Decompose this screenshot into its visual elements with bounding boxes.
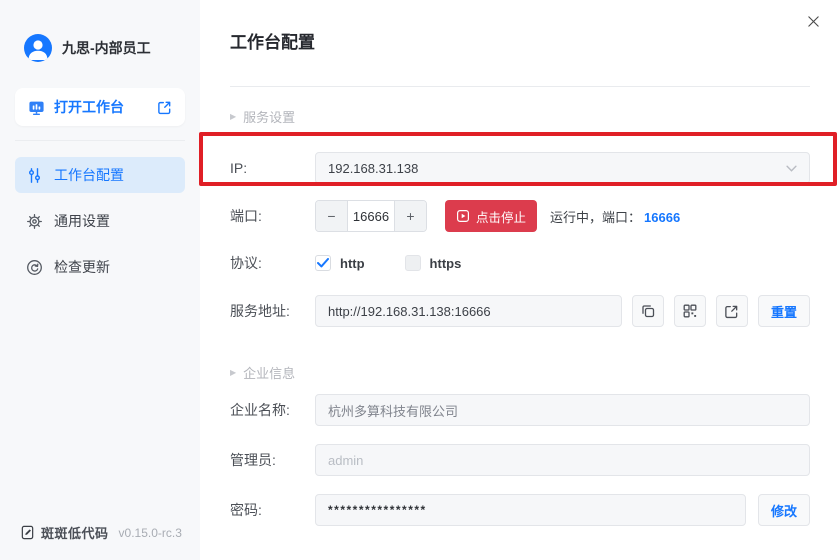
sliders-icon (26, 167, 43, 184)
service-url-row: 服务地址: http://192.168.31.138:16666 (230, 295, 810, 327)
sidebar-item-workbench-config[interactable]: 工作台配置 (15, 157, 185, 193)
sidebar-menu: 工作台配置 通用设置 (15, 157, 185, 285)
app-window: 九思-内部员工 打开工作台 (0, 0, 840, 560)
page-title: 工作台配置 (230, 28, 810, 53)
status-text: 运行中，端口： (550, 210, 641, 225)
stop-button-label: 点击停止 (476, 207, 526, 226)
close-icon[interactable] (804, 12, 822, 30)
admin-row: 管理员: admin (230, 444, 810, 476)
port-label: 端口: (230, 206, 315, 226)
http-option: http (315, 255, 365, 271)
stepper-minus-button[interactable]: − (316, 201, 347, 231)
modify-password-button[interactable]: 修改 (758, 494, 810, 526)
port-row: 端口: − 16666 + 点击停止 运行中，端口：16666 (230, 200, 810, 232)
copy-button[interactable] (632, 295, 664, 327)
stepper-plus-button[interactable]: + (395, 201, 426, 231)
https-checkbox-label: https (430, 256, 462, 271)
sidebar-item-label: 检查更新 (54, 257, 110, 277)
admin-placeholder: admin (328, 453, 363, 468)
app-version: v0.15.0-rc.3 (119, 526, 182, 540)
ip-value: 192.168.31.138 (328, 161, 418, 176)
open-workbench-label: 打开工作台 (54, 97, 124, 117)
brand-logo-icon (20, 525, 35, 540)
play-square-icon (456, 209, 470, 223)
section-enterprise-info[interactable]: ▶ 企业信息 (230, 363, 810, 382)
sidebar-item-label: 通用设置 (54, 211, 110, 231)
port-stepper: − 16666 + (315, 200, 427, 232)
service-url-input[interactable]: http://192.168.31.138:16666 (315, 295, 622, 327)
company-value: 杭州多算科技有限公司 (328, 401, 458, 420)
gear-icon (26, 213, 43, 230)
chevron-down-icon (786, 165, 797, 172)
protocol-row: 协议: http https (230, 251, 810, 275)
company-input[interactable]: 杭州多算科技有限公司 (315, 394, 810, 426)
user-profile: 九思-内部员工 (24, 34, 200, 62)
company-row: 企业名称: 杭州多算科技有限公司 (230, 394, 810, 426)
http-checkbox[interactable] (315, 255, 331, 271)
sidebar-divider (15, 140, 185, 141)
open-external-button[interactable] (716, 295, 748, 327)
ip-select[interactable]: 192.168.31.138 (315, 152, 810, 184)
password-input[interactable]: **************** (315, 494, 746, 526)
external-link-icon (157, 100, 172, 115)
port-value[interactable]: 16666 (347, 201, 395, 231)
stop-service-button[interactable]: 点击停止 (445, 200, 537, 232)
sidebar-item-general-settings[interactable]: 通用设置 (15, 203, 185, 239)
password-label: 密码: (230, 500, 315, 520)
user-name: 九思-内部员工 (62, 38, 151, 58)
company-label: 企业名称: (230, 400, 315, 420)
service-url-value: http://192.168.31.138:16666 (328, 304, 491, 319)
admin-input[interactable]: admin (315, 444, 810, 476)
https-option: https (405, 255, 462, 271)
section-title: 服务设置 (243, 107, 295, 126)
title-divider (230, 86, 810, 87)
service-url-label: 服务地址: (230, 301, 315, 321)
sidebar-item-label: 工作台配置 (54, 165, 124, 185)
protocol-label: 协议: (230, 253, 315, 273)
https-checkbox[interactable] (405, 255, 421, 271)
caret-right-icon: ▶ (230, 112, 236, 121)
service-status: 运行中，端口：16666 (550, 207, 680, 226)
password-row: 密码: **************** 修改 (230, 494, 810, 526)
http-checkbox-label: http (340, 256, 365, 271)
main-panel: 工作台配置 ▶ 服务设置 IP: 192.168.31.138 端口: − 16… (200, 0, 840, 560)
status-port-number: 16666 (644, 210, 680, 225)
avatar (24, 34, 52, 62)
refresh-icon (26, 259, 43, 276)
section-service-settings[interactable]: ▶ 服务设置 (230, 107, 810, 126)
brand-name: 斑斑低代码 (41, 523, 109, 542)
admin-label: 管理员: (230, 450, 315, 470)
ip-row: IP: 192.168.31.138 (230, 152, 810, 184)
caret-right-icon: ▶ (230, 368, 236, 377)
sidebar-footer: 斑斑低代码 v0.15.0-rc.3 (20, 523, 182, 542)
password-value: **************** (328, 503, 427, 517)
section-title: 企业信息 (243, 363, 295, 382)
open-workbench-button[interactable]: 打开工作台 (15, 88, 185, 126)
ip-label: IP: (230, 160, 315, 176)
sidebar-item-check-updates[interactable]: 检查更新 (15, 249, 185, 285)
monitor-icon (28, 99, 45, 116)
sidebar: 九思-内部员工 打开工作台 (0, 0, 200, 560)
qr-code-button[interactable] (674, 295, 706, 327)
reset-button[interactable]: 重置 (758, 295, 810, 327)
